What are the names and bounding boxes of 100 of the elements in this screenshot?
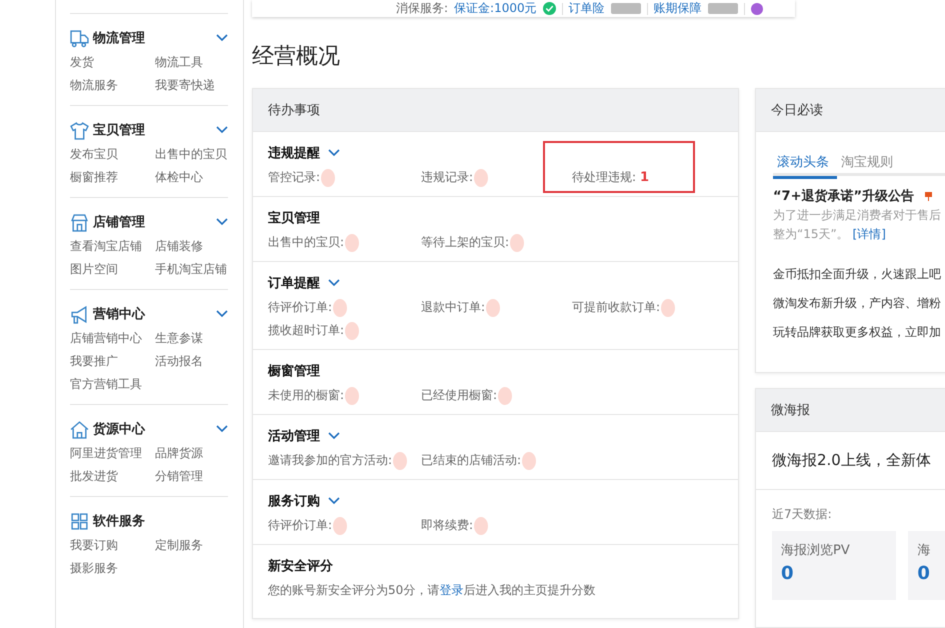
redaction-mark	[522, 452, 536, 470]
card-title: 微海报	[756, 389, 945, 432]
card-title: 待办事项	[253, 89, 738, 132]
sidebar-link[interactable]: 查看淘宝店铺	[70, 237, 155, 255]
megaphone-icon	[70, 304, 89, 324]
sidebar-link[interactable]: 我要推广	[70, 352, 155, 370]
stat-value: 0	[781, 563, 795, 584]
stat-label: 待评价订单:	[268, 517, 332, 534]
service-link[interactable]: 账期保障	[654, 0, 702, 18]
redaction-mark	[510, 234, 524, 252]
stats-label: 近7天数据:	[772, 506, 833, 523]
section-title[interactable]: 货源中心	[93, 420, 212, 438]
sidebar-link[interactable]: 摄影服务	[70, 559, 155, 577]
section-title[interactable]: 物流管理	[93, 29, 212, 47]
headline-summary: 为了进一步满足消费者对于售后	[773, 207, 942, 224]
sidebar-link[interactable]: 橱窗推荐	[70, 168, 155, 186]
flag-icon	[924, 190, 934, 202]
stat-label: 管控记录:	[268, 169, 320, 186]
chevron-down-icon[interactable]	[328, 497, 340, 505]
page-title: 经营概况	[252, 43, 341, 72]
section-title[interactable]: 店铺管理	[93, 213, 212, 231]
redaction-mark	[498, 386, 512, 404]
security-score-text: 您的账号新安全评分为50分，请登录后进入我的主页提升分数	[268, 582, 596, 599]
sidebar-link[interactable]: 发布宝贝	[70, 145, 155, 163]
section-title: 订单提醒	[268, 275, 320, 292]
sidebar-link[interactable]: 定制服务	[155, 536, 240, 554]
storefront-icon	[70, 212, 89, 232]
stat-label: 待评价订单:	[268, 299, 332, 316]
redaction-mark	[321, 168, 336, 186]
sidebar-link[interactable]: 物流工具	[155, 53, 240, 71]
service-label: 消保服务:	[396, 0, 448, 18]
sidebar-link[interactable]: 批发进货	[70, 467, 155, 485]
sidebar-link[interactable]: 手机淘宝店铺	[155, 260, 240, 278]
redaction-mark	[474, 516, 488, 534]
chevron-down-icon[interactable]	[328, 149, 340, 157]
stat-label: 退款中订单:	[421, 299, 486, 316]
chevron-down-icon[interactable]	[328, 432, 340, 440]
stat-label: 已经使用橱窗:	[421, 387, 498, 404]
news-link[interactable]: 玩转品牌获取更多权益，立即加	[773, 324, 945, 341]
stat-label: 即将续费:	[421, 517, 474, 534]
redaction-mark	[333, 516, 348, 534]
service-link[interactable]: 订单险	[568, 0, 605, 18]
truck-icon	[70, 28, 89, 48]
sidebar-link[interactable]: 活动报名	[155, 352, 240, 370]
section-title: 活动管理	[268, 428, 320, 445]
sidebar-link[interactable]: 店铺装修	[155, 237, 240, 255]
news-link[interactable]: 微淘发布新升级，产内容、增粉	[773, 295, 945, 312]
section-title: 服务订购	[268, 493, 320, 510]
sidebar-link[interactable]: 阿里进货管理	[70, 444, 155, 462]
redaction-mark	[393, 452, 408, 470]
grid-icon	[70, 512, 89, 530]
stat-label: 邀请我参加的官方活动:	[268, 452, 392, 469]
section-title[interactable]: 软件服务	[93, 512, 228, 530]
chevron-down-icon[interactable]	[216, 425, 228, 433]
stat-label: 等待上架的宝贝:	[421, 234, 510, 251]
sidebar-link[interactable]: 我要订购	[70, 536, 155, 554]
headline-title[interactable]: “7+退货承诺”升级公告	[773, 187, 914, 205]
login-link[interactable]: 登录	[439, 583, 464, 597]
stat-label: 未使用的橱窗:	[268, 387, 344, 404]
stat-value[interactable]: 1	[640, 170, 650, 185]
redaction-mark	[345, 234, 360, 252]
section-title[interactable]: 宝贝管理	[93, 121, 212, 139]
details-link[interactable]: [详情]	[852, 227, 886, 241]
section-title: 宝贝管理	[268, 210, 320, 227]
sidebar-link[interactable]: 我要寄快递	[155, 76, 240, 94]
redaction-mark	[345, 386, 360, 404]
sidebar-link[interactable]: 物流服务	[70, 76, 155, 94]
deposit-link[interactable]: 保证金:1000元	[454, 0, 537, 18]
sidebar-link[interactable]: 品牌货源	[155, 444, 240, 462]
chevron-down-icon[interactable]	[328, 279, 340, 287]
stat-label: 待处理违规:	[572, 169, 636, 186]
stat-label: 违规记录:	[421, 169, 474, 186]
headline-summary: 整为“15天”。 [详情]	[773, 226, 887, 243]
sidebar-link[interactable]: 体检中心	[155, 168, 240, 186]
news-link[interactable]: 金币抵扣全面升级，火速跟上吧	[773, 266, 945, 283]
sidebar-link[interactable]: 店铺营销中心	[70, 329, 155, 347]
sidebar-link[interactable]: 发货	[70, 53, 155, 71]
sidebar-link[interactable]: 图片空间	[70, 260, 155, 278]
house-icon	[70, 420, 89, 438]
sidebar-link[interactable]: 出售中的宝贝	[155, 145, 240, 163]
section-title[interactable]: 营销中心	[93, 305, 212, 323]
redaction-mark	[661, 298, 676, 316]
shirt-icon	[70, 120, 89, 140]
stat-label: 出售中的宝贝:	[268, 234, 344, 251]
status-badge	[610, 3, 641, 14]
stat-label: 可提前收款订单:	[572, 299, 660, 316]
redaction-mark	[345, 322, 360, 340]
sidebar-link[interactable]: 分销管理	[155, 467, 240, 485]
stat-label: 海报浏览PV	[781, 542, 851, 559]
news-tab[interactable]: 淘宝规则	[837, 148, 901, 179]
sidebar-link[interactable]: 生意参谋	[155, 329, 240, 347]
news-tab[interactable]: 滚动头条	[773, 148, 837, 179]
chevron-down-icon[interactable]	[216, 218, 228, 226]
chevron-down-icon[interactable]	[216, 126, 228, 134]
chevron-down-icon[interactable]	[216, 34, 228, 42]
sidebar-link[interactable]: 官方营销工具	[70, 375, 155, 393]
stat-label: 揽收超时订单:	[268, 322, 344, 339]
chevron-down-icon[interactable]	[216, 310, 228, 318]
status-badge	[708, 3, 738, 14]
redaction-mark	[333, 298, 348, 316]
